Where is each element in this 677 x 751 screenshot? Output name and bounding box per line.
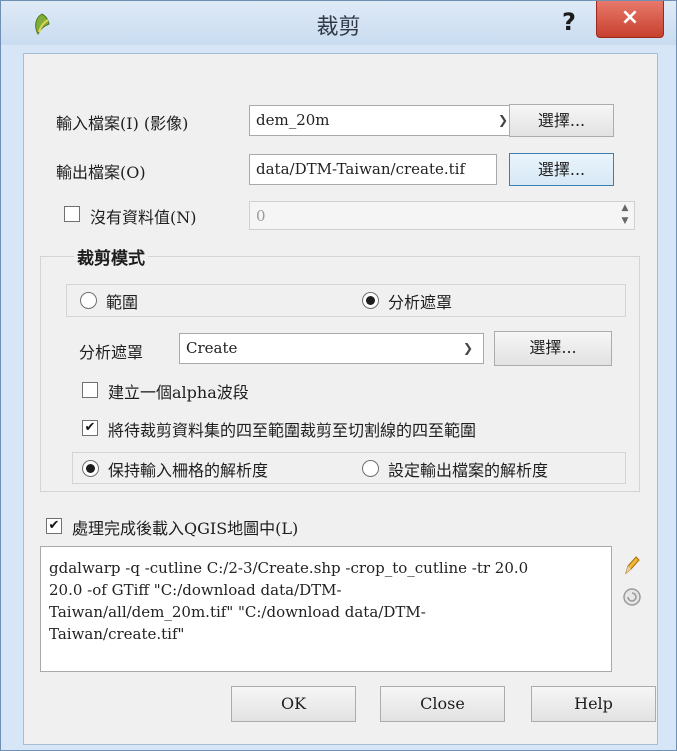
- output-select-button[interactable]: 選擇...: [509, 153, 614, 186]
- gdal-command-text[interactable]: gdalwarp -q -cutline C:/2-3/Create.shp -…: [40, 546, 612, 672]
- mask-layer-combo[interactable]: Create ❯: [179, 333, 484, 364]
- mask-select-button[interactable]: 選擇...: [494, 331, 612, 366]
- help-button[interactable]: Help: [531, 686, 656, 722]
- crop-to-cutline-label: 將待裁剪資料集的四至範圍裁剪至切割線的四至範圍: [108, 421, 477, 440]
- crop-to-cutline-checkbox[interactable]: ✔: [82, 420, 98, 436]
- pencil-icon[interactable]: [621, 554, 643, 576]
- output-file-label: 輸出檔案(O): [56, 163, 146, 182]
- input-select-button[interactable]: 選擇...: [509, 104, 614, 137]
- load-into-canvas-label: 處理完成後載入QGIS地圖中(L): [72, 519, 299, 538]
- nodata-checkbox[interactable]: [64, 206, 80, 222]
- mask-layer-value: Create: [186, 339, 238, 357]
- chevron-down-icon: ❯: [462, 341, 473, 355]
- mask-layer-label: 分析遮罩: [79, 343, 144, 362]
- nodata-label: 沒有資料值(N): [90, 208, 197, 227]
- mask-label: 分析遮罩: [388, 293, 453, 312]
- extent-radio[interactable]: [80, 292, 97, 309]
- radio-dot: [366, 296, 375, 305]
- set-resolution-label: 設定輸出檔案的解析度: [388, 461, 549, 480]
- keep-resolution-radio[interactable]: [82, 460, 99, 477]
- dialog-client-area: 輸入檔案(I) (影像) dem_20m ❯ 選擇... 輸出檔案(O) dat…: [23, 53, 658, 745]
- clip-mode-title: 裁剪模式: [74, 244, 148, 269]
- nodata-spinbox[interactable]: 0: [249, 201, 635, 230]
- mask-radio[interactable]: [362, 292, 379, 309]
- help-question-button[interactable]: ?: [549, 5, 589, 39]
- radio-dot: [86, 464, 95, 473]
- spinbox-arrows-icon[interactable]: ▲ ▼: [614, 202, 636, 233]
- ok-button[interactable]: OK: [231, 686, 356, 722]
- input-file-label: 輸入檔案(I) (影像): [56, 114, 189, 133]
- chevron-down-icon: ❯: [497, 113, 508, 127]
- reset-icon[interactable]: [621, 586, 643, 608]
- input-file-combo[interactable]: dem_20m ❯: [249, 105, 519, 136]
- close-window-button[interactable]: ×: [596, 1, 664, 38]
- extent-label: 範圍: [106, 293, 139, 312]
- load-into-canvas-checkbox[interactable]: ✔: [46, 518, 62, 534]
- title-bar[interactable]: 裁剪 ? ×: [1, 1, 676, 45]
- alpha-band-label: 建立一個alpha波段: [108, 383, 249, 402]
- alpha-band-checkbox[interactable]: [82, 382, 98, 398]
- dialog-window: 裁剪 ? × 輸入檔案(I) (影像) dem_20m ❯ 選擇... 輸出檔案…: [0, 0, 677, 751]
- set-resolution-radio[interactable]: [362, 460, 379, 477]
- output-file-field[interactable]: data/DTM-Taiwan/create.tif: [249, 154, 497, 185]
- clip-mode-row: [66, 284, 626, 317]
- input-file-value: dem_20m: [256, 111, 330, 129]
- keep-resolution-label: 保持輸入柵格的解析度: [108, 461, 269, 480]
- close-button[interactable]: Close: [380, 686, 505, 722]
